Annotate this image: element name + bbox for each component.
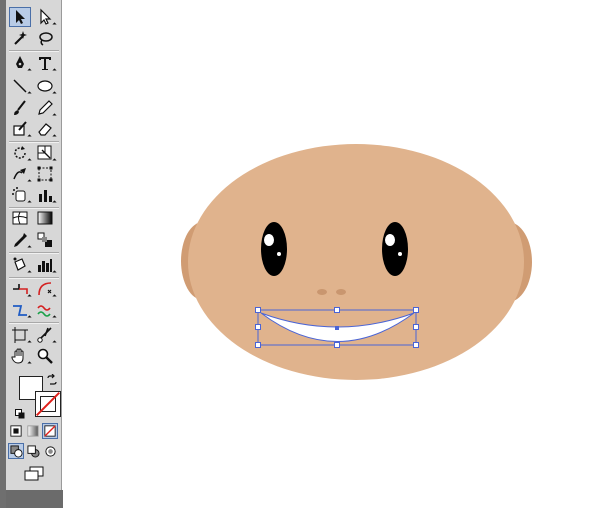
right-eye — [382, 222, 408, 276]
symbol-sprayer-tool-button[interactable] — [9, 185, 32, 205]
bar-graph-tool-button[interactable] — [34, 255, 57, 275]
left-eye — [261, 222, 287, 276]
magic-wand-tool-icon — [14, 31, 27, 45]
rotate-tool-button[interactable] — [9, 143, 32, 163]
draw-behind-icon — [26, 444, 40, 458]
swap-fill-stroke-button[interactable] — [46, 371, 58, 385]
magic-wand-tool-button[interactable] — [9, 28, 31, 48]
ellipse-tool-button[interactable] — [34, 76, 57, 96]
gradient-tool-icon — [37, 211, 53, 225]
zoom-tool-icon — [37, 348, 53, 364]
scale-tool-icon — [37, 145, 52, 160]
direct-selection-tool-icon — [40, 8, 52, 25]
rotate-tool-icon — [14, 146, 26, 159]
ellipse-tool-icon — [37, 80, 53, 92]
hand-tool-icon — [11, 348, 24, 364]
screen-mode-button[interactable] — [22, 464, 46, 482]
left-nostril — [317, 289, 327, 295]
right-eye-highlight — [385, 234, 395, 246]
zoom-tool-button[interactable] — [34, 346, 56, 366]
mesh-tool-button[interactable] — [9, 208, 31, 228]
gradient-square-icon — [26, 425, 39, 437]
width-tool-button[interactable] — [9, 279, 32, 299]
bar-graph-tool-icon — [38, 259, 52, 272]
left-eye-highlight — [264, 234, 274, 246]
reshape-tool-button[interactable] — [9, 300, 32, 320]
draw-normal-button[interactable] — [8, 443, 24, 459]
color-mode-button[interactable] — [8, 423, 23, 439]
width-tool-icon — [13, 284, 28, 294]
type-tool-icon — [39, 57, 51, 70]
blend-tool-icon — [37, 232, 52, 247]
right-eye-glint — [398, 252, 402, 256]
selection-tool-button[interactable] — [9, 7, 31, 27]
selection-tool-icon — [16, 10, 25, 24]
wave-tool-button[interactable] — [34, 300, 57, 320]
line-segment-tool-button[interactable] — [9, 76, 32, 96]
live-paint-bucket-tool-icon — [13, 257, 26, 271]
wave-tool-icon — [37, 305, 51, 317]
artwork — [181, 144, 532, 380]
pen-tool-button[interactable] — [9, 53, 32, 73]
column-graph-tool-button[interactable] — [34, 185, 57, 205]
column-graph-tool-icon — [39, 190, 52, 202]
lasso-tool-icon — [39, 32, 53, 46]
tools-panel-footer — [6, 490, 63, 508]
right-nostril — [336, 289, 346, 295]
color-square-icon — [9, 425, 22, 437]
type-tool-button[interactable] — [34, 53, 57, 73]
tools-panel — [6, 0, 62, 490]
curvature-tool-button[interactable] — [34, 279, 57, 299]
default-fill-stroke-button[interactable] — [15, 404, 25, 419]
draw-inside-icon — [44, 445, 56, 457]
warp-tool-button[interactable] — [9, 164, 32, 184]
draw-normal-icon — [9, 444, 23, 458]
stroke-color-swatch[interactable] — [35, 391, 61, 417]
gradient-mode-button[interactable] — [25, 423, 40, 439]
default-colors-icon — [15, 409, 25, 419]
scissors-tool-button[interactable] — [34, 325, 57, 345]
warp-tool-icon — [13, 168, 26, 180]
slice-tool-button[interactable] — [9, 325, 32, 345]
pencil-tool-icon — [38, 100, 53, 115]
hand-tool-button[interactable] — [9, 346, 32, 366]
symbol-sprayer-tool-icon — [12, 187, 26, 202]
paintbrush-tool-button[interactable] — [9, 98, 31, 118]
mesh-tool-icon — [12, 211, 28, 225]
eraser-tool-button[interactable] — [34, 119, 57, 139]
live-paint-bucket-tool-button[interactable] — [9, 255, 32, 275]
draw-inside-button[interactable] — [42, 443, 58, 459]
eyedropper-tool-icon — [14, 233, 27, 247]
curvature-tool-icon — [38, 282, 52, 296]
artboard-canvas[interactable] — [63, 0, 600, 508]
pencil-tool-button[interactable] — [34, 98, 57, 118]
eraser-tool-icon — [38, 123, 52, 136]
pen-tool-icon — [16, 56, 24, 68]
free-transform-tool-icon — [37, 166, 53, 182]
free-transform-tool-button[interactable] — [34, 164, 56, 184]
blob-brush-tool-button[interactable] — [9, 119, 32, 139]
left-eye-glint — [277, 252, 281, 256]
direct-selection-tool-button[interactable] — [34, 7, 57, 27]
eyedropper-tool-button[interactable] — [9, 230, 32, 250]
none-mode-button[interactable] — [42, 423, 58, 439]
lasso-tool-button[interactable] — [34, 28, 56, 48]
swap-arrows-icon — [47, 373, 57, 385]
reshape-tool-icon — [13, 305, 27, 316]
scissors-tool-icon — [37, 327, 52, 343]
scale-tool-button[interactable] — [34, 143, 57, 163]
screen-mode-icon — [24, 466, 44, 481]
paintbrush-tool-icon — [14, 100, 26, 115]
draw-behind-button[interactable] — [25, 443, 41, 459]
gradient-tool-button[interactable] — [34, 208, 56, 228]
line-segment-tool-icon — [13, 79, 27, 93]
slice-tool-icon — [12, 327, 28, 343]
none-square-icon — [44, 425, 56, 437]
blob-brush-tool-icon — [13, 121, 27, 136]
blend-tool-button[interactable] — [34, 230, 56, 250]
